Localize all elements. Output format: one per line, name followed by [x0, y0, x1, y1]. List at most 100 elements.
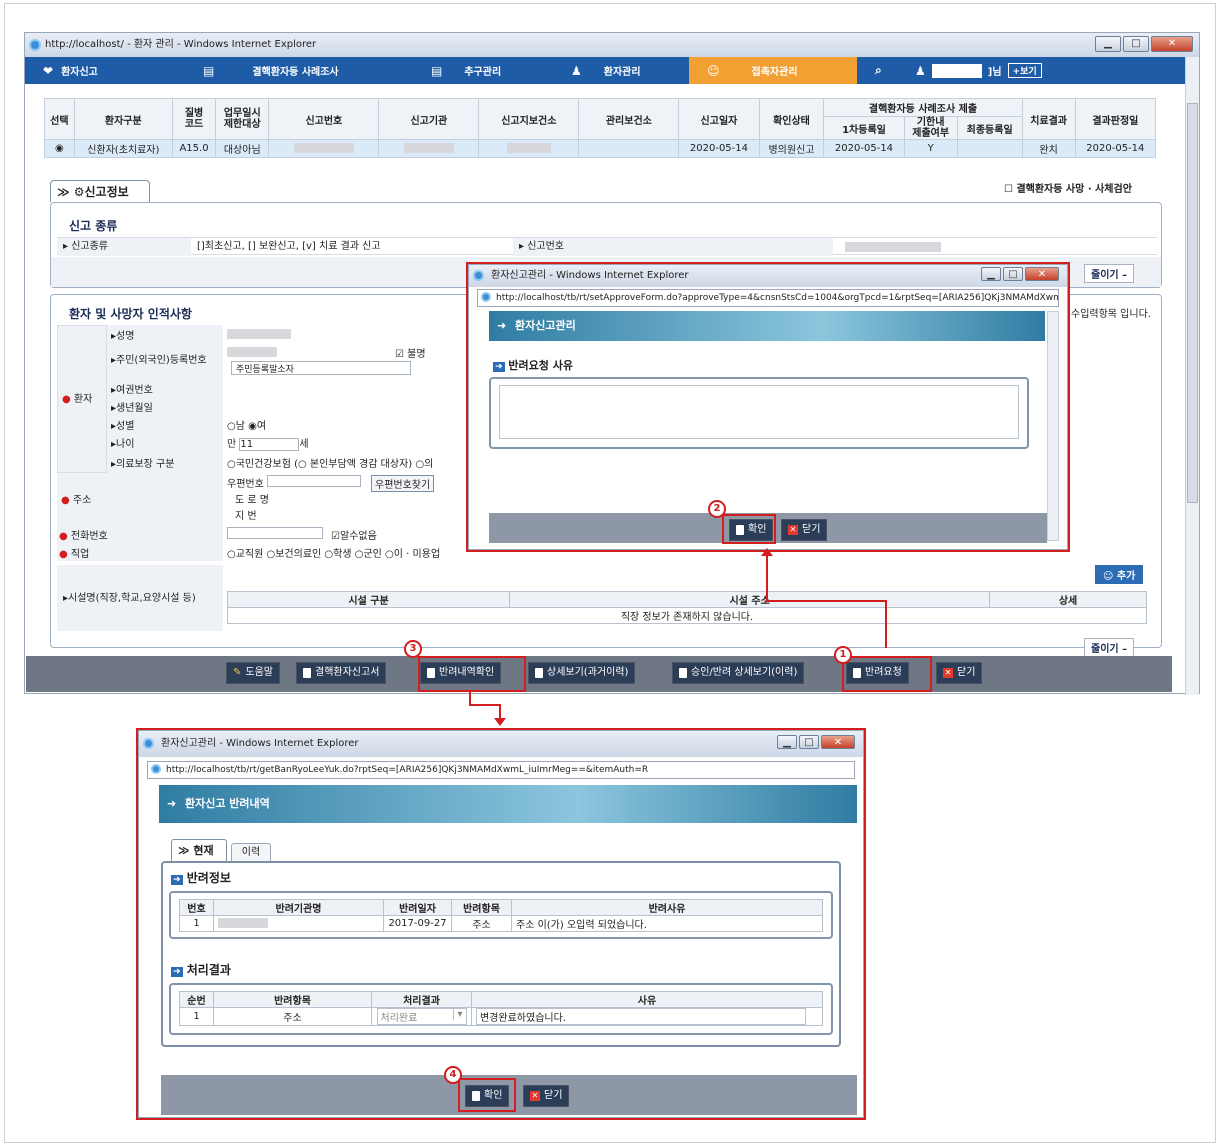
nav-item-contact-mgmt[interactable]: ☺ 접촉자관리 [689, 57, 857, 84]
user-icon: ♟ [915, 63, 926, 78]
search-button[interactable]: ⌕ [857, 57, 897, 84]
help-button[interactable]: ✎ 도움말 [226, 662, 280, 684]
connector-line [885, 600, 887, 648]
arrow-icon: ➜ [171, 967, 183, 977]
arrow-head [761, 548, 773, 556]
table-row[interactable]: ◉ 신환자(초치료자) A15.0 대상아님 2020-05-14 병의원신고 … [44, 139, 1157, 158]
popup-reject-request: 환자신고관리 - Windows Internet Explorer ▁ □ ✕… [468, 264, 1068, 550]
popup2-address-bar[interactable]: http://localhost/tb/rt/getBanRyoLeeYuk.d… [147, 761, 855, 779]
arrow-icon: ➜ [167, 797, 177, 810]
col-limit: 업무일시 제한대상 [215, 98, 270, 140]
fold-button[interactable]: 줄이기 – [1084, 264, 1135, 283]
search-icon: ⌕ [875, 63, 882, 77]
popup1-titlebar: 환자신고관리 - Windows Internet Explorer ▁ □ ✕ [469, 265, 1067, 287]
add-facility-button[interactable]: ☺ 추가 [1095, 565, 1144, 584]
maximize-button[interactable]: □ [1123, 36, 1149, 52]
col-deadline: 기한내 제출여부 [903, 116, 958, 140]
masked-value [506, 143, 551, 153]
main-window-title: http://localhost/ - 환자 관리 - Windows Inte… [45, 39, 317, 50]
step-marker-2: 2 [708, 500, 726, 518]
col-center: 신고지보건소 [478, 98, 580, 140]
popup1-scrollbar[interactable] [1047, 311, 1059, 541]
unknown-checkbox[interactable]: ☑ 불명 [395, 345, 426, 360]
row-radio[interactable]: ◉ [44, 139, 75, 158]
autopsy-checkbox[interactable]: ☐ 결핵환자등 사망 · 사체검안 [1004, 180, 1132, 195]
tab-current[interactable]: ≫ 현재 [171, 839, 227, 861]
result-select[interactable]: 처리완료 ▾ [376, 1008, 467, 1025]
minimize-button[interactable]: ▁ [981, 267, 1001, 281]
popup2-banner: ➜ 환자신고 반려내역 [159, 785, 857, 823]
highlight-box-2 [722, 514, 776, 544]
popup1-address-bar[interactable]: http://localhost/tb/rt/setApproveForm.do… [477, 289, 1059, 307]
person-add-icon: ☺ [1103, 571, 1114, 582]
nav-item-patient-mgmt[interactable]: ♟ 환자관리 [553, 57, 689, 84]
result-reason-input[interactable]: 변경완료하였습니다. [476, 1008, 806, 1025]
reason-textarea[interactable] [499, 385, 1019, 439]
reject-info-table: 번호 반려기관명 반려일자 반려항목 반려사유 1 2017-09-27 주소 … [179, 899, 823, 932]
insurance-radio[interactable]: ○국민건강보험 (○ 본인부담액 경감 대상자) ○의 [227, 455, 467, 470]
tab-report-info[interactable]: ≫ ⚙신고정보 [50, 180, 150, 202]
ie-icon [151, 764, 161, 774]
maximize-button[interactable]: □ [799, 735, 819, 749]
connector-line [766, 600, 887, 602]
approve-reject-detail-button[interactable]: 승인/반려 상세보기(이력) [672, 662, 805, 684]
process-result-title: ➜ 처리결과 [171, 963, 231, 977]
tab-history[interactable]: 이력 [231, 843, 271, 861]
zip-input[interactable] [267, 475, 361, 487]
window-controls: ▁ □ ✕ [1095, 36, 1193, 52]
nav-item-case-study[interactable]: ▤ 결핵환자등 사례조사 [185, 57, 413, 84]
main-window-titlebar: http://localhost/ - 환자 관리 - Windows Inte… [25, 33, 1199, 57]
arrow-head [494, 718, 506, 726]
close-window-button[interactable]: ✕ [1025, 267, 1059, 281]
highlight-box-4 [458, 1078, 516, 1112]
step-marker-1: 1 [834, 646, 852, 664]
col-first-reg: 1차등록일 [823, 116, 905, 140]
col-result: 치료결과 [1021, 98, 1076, 140]
minimize-button[interactable]: ▁ [777, 735, 797, 749]
top-nav: ❤ 환자신고 ▤ 결핵환자등 사례조사 ▤ 추구관리 ♟ 환자관리 ☺ 접촉자관리 ⌕ ♟… [25, 57, 1199, 84]
minimize-button[interactable]: ▁ [1095, 36, 1121, 52]
close-icon: ✕ [788, 525, 798, 535]
chevron-down-icon: ▾ [453, 1009, 465, 1020]
connector-line [766, 556, 768, 602]
popup1-close-button[interactable]: ✕ 닫기 [781, 519, 828, 541]
popup2-close-button[interactable]: ✕ 닫기 [523, 1085, 570, 1107]
report-kind-value: []최초신고, [] 보완신고, [v] 치료 결과 신고 [197, 241, 381, 252]
arrow-icon: ➜ [493, 362, 505, 372]
close-window-button[interactable]: ✕ [1151, 36, 1193, 52]
tb-report-button[interactable]: 결핵환자신고서 [296, 662, 387, 684]
masked-value [227, 347, 277, 357]
scroll-thumb[interactable] [1187, 103, 1198, 503]
people-icon: ☺ [707, 63, 720, 78]
main-scrollbar[interactable] [1185, 57, 1199, 695]
report-list-table: 선택 환자구분 질병 코드 업무일시 제한대상 신고번호 신고기관 신고지보건소… [44, 98, 1157, 158]
job-radio[interactable]: ○교직원 ○보건의료인 ○학생 ○군인 ○이 · 미용업 [227, 545, 467, 560]
fold-button-2[interactable]: 줄이기 – [1084, 638, 1135, 657]
ie-icon [29, 39, 41, 51]
col-select: 선택 [44, 98, 75, 140]
required-note: 수입력항목 입니다. [1071, 309, 1151, 320]
maximize-button[interactable]: □ [1003, 267, 1023, 281]
phone-input[interactable] [227, 527, 323, 539]
view-more-button[interactable]: +보기 [1007, 63, 1042, 78]
reject-info-title: ➜ 반려정보 [171, 871, 231, 885]
detail-past-button[interactable]: 상세보기(과거이력) [528, 662, 636, 684]
masked-value [403, 143, 454, 153]
phone-unknown-checkbox[interactable]: ☑알수없음 [331, 527, 377, 542]
facility-table: 시설 구분 시설 주소 상세 직장 정보가 존재하지 않습니다. [226, 591, 1147, 624]
user-name-masked [931, 63, 982, 78]
close-window-button[interactable]: ✕ [821, 735, 855, 749]
zip-search-button[interactable]: 우편번호찾기 [371, 475, 435, 492]
nav-item-report[interactable]: ❤ 환자신고 [25, 57, 185, 84]
masked-value [227, 329, 291, 339]
gender-radio[interactable]: ○남 ◉여 [227, 417, 266, 432]
connector-line [469, 704, 501, 706]
report-kind-row: ▸ 신고종류 []최초신고, [] 보완신고, [v] 치료 결과 신고 ▸ 신… [57, 237, 1157, 256]
patient-title: 환자 및 사망자 인적사항 [69, 307, 192, 321]
col-result-date: 결과판정일 [1074, 98, 1157, 140]
reason-box [489, 377, 1029, 449]
nav-item-followup[interactable]: ▤ 추구관리 [413, 57, 553, 84]
highlight-box-3 [418, 656, 526, 692]
close-button[interactable]: ✕ 닫기 [936, 662, 983, 684]
rrn-select[interactable]: 주민등록말소자 [231, 361, 411, 375]
